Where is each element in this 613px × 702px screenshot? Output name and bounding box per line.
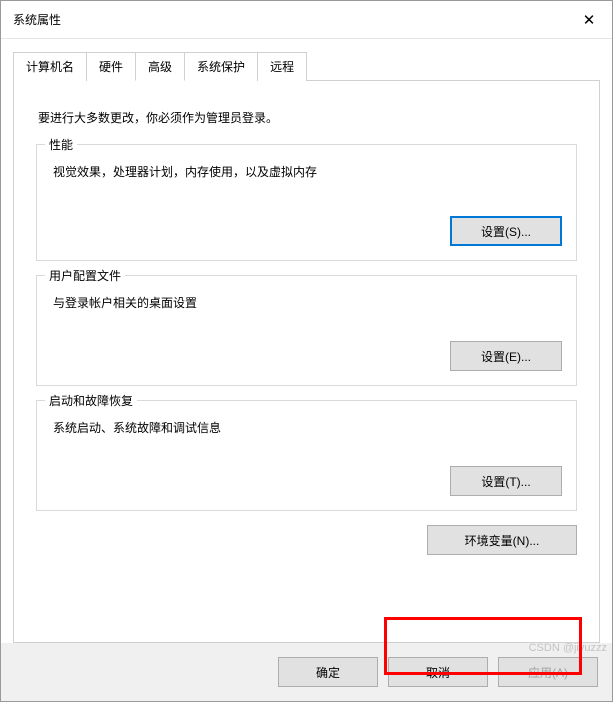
close-button[interactable]: ✕ xyxy=(566,1,612,39)
group-userprofile-desc: 与登录帐户相关的桌面设置 xyxy=(53,294,562,311)
startup-settings-button[interactable]: 设置(T)... xyxy=(450,466,562,496)
group-userprofile-title: 用户配置文件 xyxy=(45,267,125,284)
admin-required-text: 要进行大多数更改，你必须作为管理员登录。 xyxy=(38,109,577,126)
environment-variables-button[interactable]: 环境变量(N)... xyxy=(427,525,577,555)
tab-panel-advanced: 要进行大多数更改，你必须作为管理员登录。 性能 视觉效果，处理器计划，内存使用，… xyxy=(13,80,600,643)
tab-hardware[interactable]: 硬件 xyxy=(86,52,136,81)
userprofile-settings-button[interactable]: 设置(E)... xyxy=(450,341,562,371)
titlebar: 系统属性 ✕ xyxy=(1,1,612,39)
dialog-footer: 确定 取消 应用(A) xyxy=(1,643,612,701)
cancel-button[interactable]: 取消 xyxy=(388,657,488,687)
ok-button[interactable]: 确定 xyxy=(278,657,378,687)
close-icon: ✕ xyxy=(583,11,596,29)
group-startup-title: 启动和故障恢复 xyxy=(45,392,137,409)
group-performance: 性能 视觉效果，处理器计划，内存使用，以及虚拟内存 设置(S)... xyxy=(36,144,577,261)
group-performance-desc: 视觉效果，处理器计划，内存使用，以及虚拟内存 xyxy=(53,163,562,180)
group-startup-desc: 系统启动、系统故障和调试信息 xyxy=(53,419,562,436)
group-performance-title: 性能 xyxy=(45,136,77,153)
apply-button[interactable]: 应用(A) xyxy=(498,657,598,687)
tab-strip: 计算机名 硬件 高级 系统保护 远程 xyxy=(13,51,600,80)
tab-remote[interactable]: 远程 xyxy=(257,52,307,81)
group-startup: 启动和故障恢复 系统启动、系统故障和调试信息 设置(T)... xyxy=(36,400,577,511)
tab-computer-name[interactable]: 计算机名 xyxy=(13,52,87,81)
group-userprofile: 用户配置文件 与登录帐户相关的桌面设置 设置(E)... xyxy=(36,275,577,386)
tab-system-protection[interactable]: 系统保护 xyxy=(184,52,258,81)
tab-advanced[interactable]: 高级 xyxy=(135,52,185,81)
window-title: 系统属性 xyxy=(13,11,566,28)
content-area: 计算机名 硬件 高级 系统保护 远程 要进行大多数更改，你必须作为管理员登录。 … xyxy=(1,39,612,643)
performance-settings-button[interactable]: 设置(S)... xyxy=(450,216,562,246)
env-button-row: 环境变量(N)... xyxy=(36,525,577,555)
